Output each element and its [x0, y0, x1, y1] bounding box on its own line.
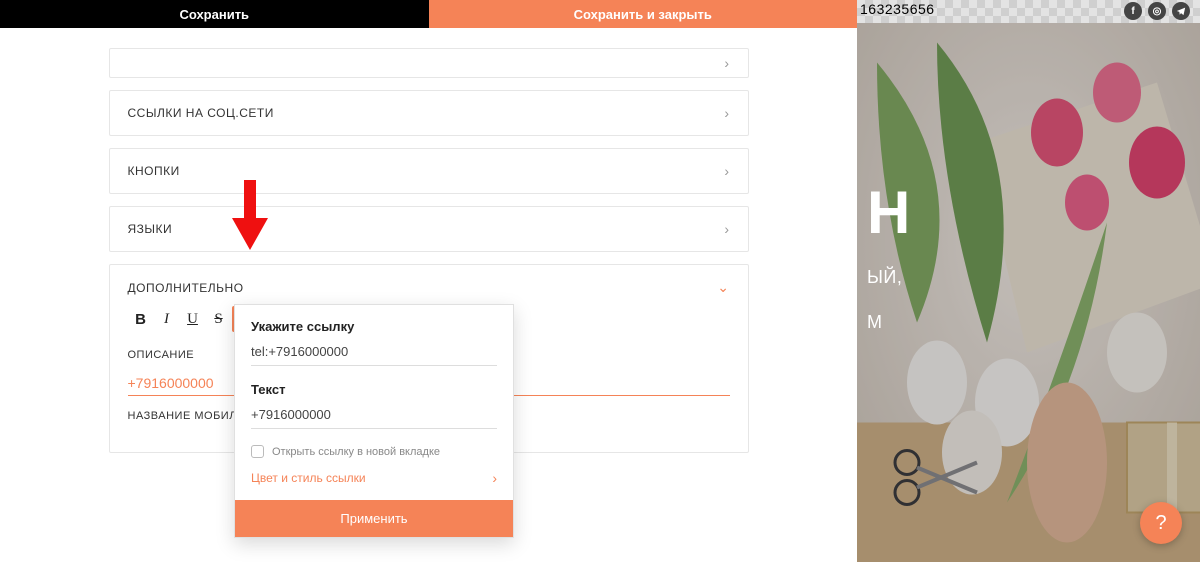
apply-button[interactable]: Применить — [235, 500, 513, 537]
collapse-icon[interactable]: ⌄ — [717, 279, 729, 296]
panel-social-label: ССЫЛКИ НА СОЦ.СЕТИ — [128, 106, 274, 120]
panel-languages-label: ЯЗЫКИ — [128, 222, 173, 236]
popover-url-input[interactable] — [251, 342, 497, 366]
panel-social[interactable]: ССЫЛКИ НА СОЦ.СЕТИ › — [109, 90, 749, 136]
newtab-label: Открыть ссылку в новой вкладке — [272, 446, 440, 458]
chevron-right-icon: › — [492, 470, 497, 486]
panel-extra-label: ДОПОЛНИТЕЛЬНО — [128, 281, 244, 295]
chevron-right-icon: › — [724, 163, 729, 179]
panel-buttons[interactable]: КНОПКИ › — [109, 148, 749, 194]
italic-button[interactable]: I — [154, 306, 180, 332]
chevron-right-icon: › — [724, 105, 729, 121]
preview-hero-image: Н ЫЙ, М — [857, 23, 1200, 562]
link-style-row[interactable]: Цвет и стиль ссылки › — [235, 458, 513, 500]
preview-phone-fragment: 163235656 — [860, 1, 935, 17]
facebook-icon[interactable]: f — [1124, 2, 1142, 20]
underline-button[interactable]: U — [180, 306, 206, 332]
bold-button[interactable]: B — [128, 306, 154, 332]
preview-topbar: 163235656 f ◎ — [857, 0, 1200, 23]
hero-heading-fragment: Н — [867, 183, 1200, 243]
chevron-right-icon: › — [724, 221, 729, 237]
save-button[interactable]: Сохранить — [0, 0, 429, 28]
newtab-checkbox[interactable] — [251, 445, 264, 458]
hero-text: Н ЫЙ, М — [867, 183, 1200, 333]
popover-text-label: Текст — [251, 382, 497, 397]
telegram-icon[interactable] — [1172, 2, 1190, 20]
panel-buttons-label: КНОПКИ — [128, 164, 180, 178]
help-button[interactable]: ? — [1140, 502, 1182, 544]
save-close-button[interactable]: Сохранить и закрыть — [429, 0, 858, 28]
panel-collapsed-blank[interactable]: › — [109, 48, 749, 78]
hero-line2-fragment: М — [867, 312, 1200, 333]
popover-url-label: Укажите ссылку — [251, 319, 497, 334]
hero-line1-fragment: ЫЙ, — [867, 267, 1200, 288]
panel-languages[interactable]: ЯЗЫКИ › — [109, 206, 749, 252]
link-popover: Укажите ссылку Текст Открыть ссылку в но… — [234, 304, 514, 538]
popover-text-input[interactable] — [251, 405, 497, 429]
link-style-label: Цвет и стиль ссылки — [251, 471, 366, 485]
chevron-right-icon: › — [724, 55, 729, 71]
instagram-icon[interactable]: ◎ — [1148, 2, 1166, 20]
site-preview: 163235656 f ◎ — [857, 0, 1200, 562]
strikethrough-button[interactable]: S — [206, 306, 232, 332]
